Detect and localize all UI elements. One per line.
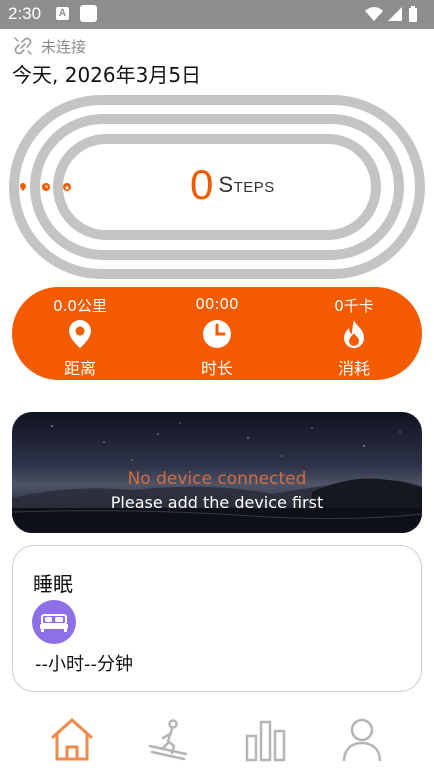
stat-calories-label: 消耗	[337, 359, 370, 378]
system-status-icons	[365, 6, 417, 22]
steps-unit: Steps	[218, 172, 275, 197]
notification-app-icon: A	[56, 7, 69, 20]
signal-icon	[388, 7, 402, 21]
date-label: 今天, 2026年3月5日	[12, 63, 202, 87]
link-broken-icon	[14, 37, 32, 55]
stat-distance-value: 0.0公里	[53, 297, 107, 315]
bottom-nav	[0, 708, 434, 773]
bed-icon	[40, 614, 68, 632]
nav-tab-data[interactable]	[235, 716, 295, 762]
notification-square-icon	[80, 5, 97, 22]
nav-tab-sport[interactable]	[138, 716, 198, 762]
bar-chart-icon	[245, 720, 286, 762]
treadmill-icon	[148, 719, 188, 761]
no-device-subtitle: Please add the device first	[110, 493, 324, 512]
bed-icon-badge	[32, 600, 76, 644]
battery-icon	[409, 6, 417, 22]
person-icon	[342, 718, 382, 762]
wifi-icon	[365, 7, 383, 21]
sleep-card[interactable]: 睡眠 --小时--分钟	[12, 545, 422, 692]
stat-distance[interactable]: 0.0公里 距离	[20, 287, 140, 380]
stat-distance-label: 距离	[63, 359, 96, 378]
stat-duration[interactable]: 00:00 时长	[157, 287, 277, 380]
sleep-duration: --小时--分钟	[35, 654, 133, 675]
status-time: 2:30	[8, 4, 42, 23]
stat-duration-label: 时长	[200, 359, 233, 378]
steps-counter: 0 Steps	[190, 161, 275, 213]
location-pin-icon	[69, 320, 91, 348]
connection-label: 未连接	[41, 38, 87, 56]
track-clock-icon	[42, 183, 50, 191]
clock-icon	[203, 320, 231, 348]
status-bar: 2:30 A	[0, 0, 434, 29]
activity-stats: 0.0公里 距离 00:00 时长 0千卡 消耗	[12, 287, 422, 380]
nav-tab-profile[interactable]	[332, 716, 392, 762]
nav-tab-home[interactable]	[42, 716, 102, 762]
stat-duration-value: 00:00	[195, 295, 239, 313]
stat-calories[interactable]: 0千卡 消耗	[294, 287, 414, 380]
steps-count: 0	[190, 161, 214, 208]
device-banner[interactable]: No device connected Please add the devic…	[12, 412, 422, 533]
home-icon	[51, 718, 93, 761]
no-device-title: No device connected	[127, 469, 307, 489]
track-location-pin-icon	[20, 183, 26, 191]
stat-calories-value: 0千卡	[334, 297, 374, 315]
flame-icon	[344, 320, 364, 348]
track-flame-icon	[63, 183, 71, 191]
sleep-title: 睡眠	[33, 572, 73, 596]
